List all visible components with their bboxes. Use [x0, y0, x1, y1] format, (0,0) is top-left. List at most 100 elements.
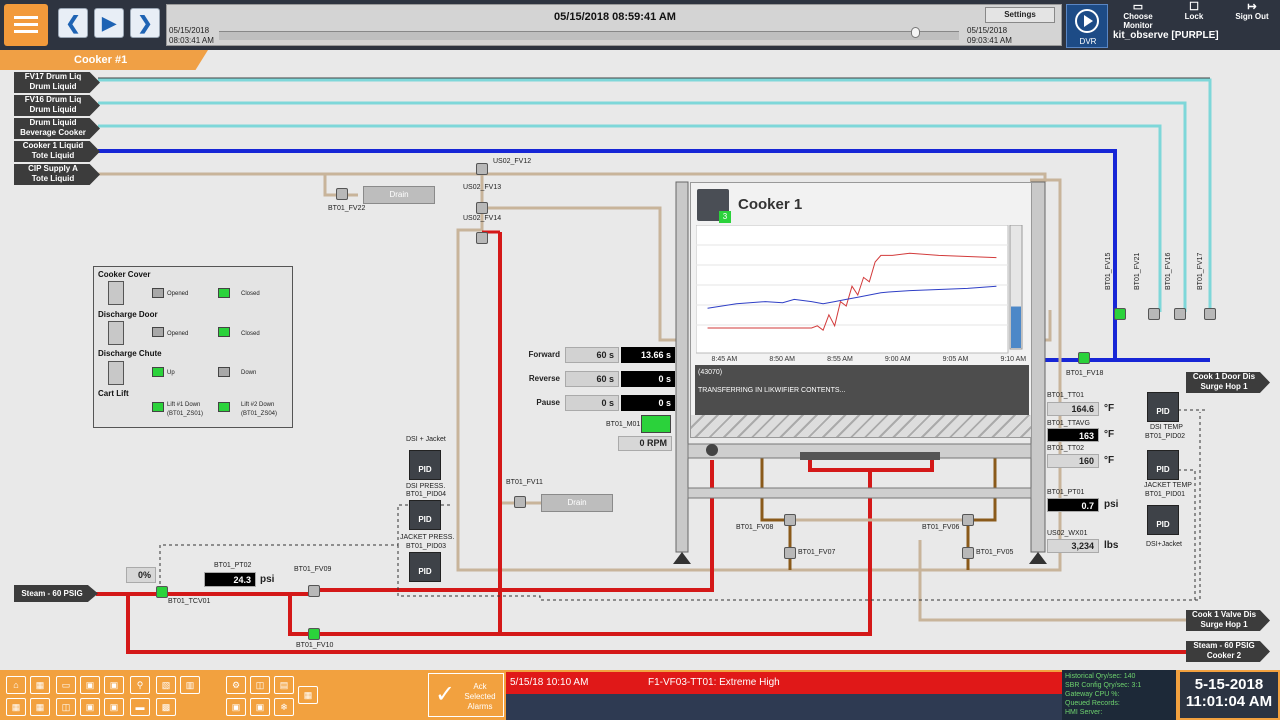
flag-cook1-valve-discharge[interactable]: Cook 1 Valve Dis Surge Hop 1	[1186, 610, 1270, 631]
legend-swatch-opened	[152, 288, 164, 298]
valve-bt01-fv06[interactable]	[962, 514, 974, 526]
valve-us02-fv12[interactable]	[476, 163, 488, 175]
bottle-icon[interactable]: ▧	[156, 676, 176, 694]
area-1b-icon[interactable]: ▣	[104, 676, 124, 694]
valve-bt01-fv09[interactable]	[308, 585, 320, 597]
plant-icon[interactable]: ▦	[6, 698, 26, 716]
area-1-icon[interactable]: ▣	[80, 676, 100, 694]
flag-cooker1-tote-liquid[interactable]: Cooker 1 Liquid Tote Liquid	[14, 141, 100, 162]
flag-beverage-cooker[interactable]: Drum Liquid Beverage Cooker	[14, 118, 100, 139]
tag-us02-fv13: US02_FV13	[463, 184, 502, 191]
valve-bt01-fv22[interactable]	[336, 188, 348, 200]
mixer-icon[interactable]: ⚲	[130, 676, 150, 694]
chute-icon	[108, 361, 124, 385]
cooker-popup[interactable]: 3 Cooker 1 8:45 AM 8:50 AM 8:55 AM 9:00 AM 9…	[690, 182, 1032, 438]
pid-dsi-jacket-icon[interactable]: PID	[409, 552, 441, 582]
hamburger-menu-icon[interactable]	[4, 4, 48, 46]
cooker-icon[interactable]: ▭	[56, 676, 76, 694]
pallet-icon[interactable]: ▩	[156, 698, 176, 716]
flag-line1: Cook 1 Door Dis	[1192, 372, 1256, 381]
active-alarm[interactable]: 5/15/18 10:10 AM F1-VF03-TT01: Extreme H…	[506, 672, 1062, 694]
tag-bt01-fv05: BT01_FV05	[976, 549, 1014, 556]
legend-label-lift2: Lift #2 Down	[241, 402, 275, 408]
pid-jacket-temp-icon[interactable]: PID	[1147, 450, 1179, 480]
snowflake-icon[interactable]: ❄	[274, 698, 294, 716]
valve-bt01-fv11[interactable]	[514, 496, 526, 508]
valve-bt01-fv18[interactable]	[1078, 352, 1090, 364]
choose-monitor-button[interactable]: ▭ Choose Monitor	[1114, 2, 1162, 31]
grid-icon[interactable]: ▦	[30, 698, 50, 716]
valve-bt01-fv21[interactable]	[1148, 308, 1160, 320]
trend-chart[interactable]: 8:45 AM 8:50 AM 8:55 AM 9:00 AM 9:05 AM 9:10 …	[696, 225, 1026, 365]
area-3-icon[interactable]: ▣	[226, 698, 246, 716]
alarm-list-area[interactable]	[506, 694, 1062, 720]
valve-bt01-fv16[interactable]	[1174, 308, 1186, 320]
valve-bt01-fv15[interactable]	[1114, 308, 1126, 320]
area-2b-icon[interactable]: ▣	[104, 698, 124, 716]
valve-us02-fv13[interactable]	[476, 202, 488, 214]
pid-dsi-temp-icon[interactable]: PID	[1147, 392, 1179, 422]
forward-setpoint[interactable]: 60 s	[565, 347, 619, 363]
tank-icon[interactable]: ◫	[56, 698, 76, 716]
valve-bt01-fv07[interactable]	[784, 547, 796, 559]
lock-button[interactable]: ☐ Lock	[1172, 2, 1216, 22]
dvr-button[interactable]: DVR	[1066, 4, 1108, 48]
ttavg-value: 163	[1047, 428, 1099, 442]
valve-bt01-fv10[interactable]	[308, 628, 320, 640]
filler-icon[interactable]: ▥	[180, 676, 200, 694]
pid-text: PID	[418, 515, 432, 524]
pid-dsi-press-icon[interactable]: PID	[409, 450, 441, 480]
valve-bt01-fv08[interactable]	[784, 514, 796, 526]
building-icon[interactable]: ▦	[30, 676, 50, 694]
flag-fv17-drum-liquid[interactable]: FV17 Drum Liq Drum Liquid	[14, 72, 100, 93]
system-status-panel: Historical Qry/sec: 140 SBR Config Qry/s…	[1062, 670, 1176, 720]
drain-box-lower[interactable]: Drain	[541, 494, 613, 512]
valve-bt01-tcv01[interactable]	[156, 586, 168, 598]
history-timeline[interactable]: 05/15/2018 08:59:41 AM 05/15/2018 08:03:…	[166, 4, 1062, 46]
area-2-icon[interactable]: ▣	[80, 698, 100, 716]
pid-jacket-press-icon[interactable]: PID	[409, 500, 441, 530]
step-forward-button[interactable]: ❯	[130, 8, 160, 38]
home-icon[interactable]: ⌂	[6, 676, 26, 694]
step-back-button[interactable]: ❮	[58, 8, 88, 38]
valve-us02-fv14[interactable]	[476, 232, 488, 244]
valve-bt01-fv05[interactable]	[962, 547, 974, 559]
pt01-value: 0.7	[1047, 498, 1099, 512]
motor-icon[interactable]	[641, 415, 671, 433]
timeline-track[interactable]	[219, 31, 959, 40]
flag-line2: Surge Hop 1	[1200, 620, 1248, 629]
pid-jacket-press-label: JACKET PRESS.	[400, 534, 455, 541]
x-tick-label: 9:05 AM	[943, 356, 969, 363]
tag-bt01-fv07: BT01_FV07	[798, 549, 836, 556]
legend-swatch-up	[152, 367, 164, 377]
settings-button[interactable]: Settings	[985, 7, 1055, 23]
flag-fv16-drum-liquid[interactable]: FV16 Drum Liq Drum Liquid	[14, 95, 100, 116]
conveyor-icon[interactable]: ▬	[130, 698, 150, 716]
pid-dsi-jacket-right-icon[interactable]: PID	[1147, 505, 1179, 535]
door-icon	[108, 321, 124, 345]
flag-steam-cooker2[interactable]: Steam - 60 PSIG Cooker 2	[1186, 641, 1270, 662]
valve-bt01-fv17[interactable]	[1204, 308, 1216, 320]
pause-setpoint[interactable]: 0 s	[565, 395, 619, 411]
ack-alarms-button[interactable]: ✓ Ack Selected Alarms	[428, 673, 504, 717]
sign-out-button[interactable]: ↦ Sign Out	[1226, 2, 1278, 22]
pid-dsi-temp-label: DSI TEMP	[1150, 424, 1183, 431]
clock-panel: 5-15-2018 11:01:04 AM	[1180, 672, 1278, 718]
folder-icon[interactable]: ▦	[298, 686, 318, 704]
legend-cooker-cover: Cooker Cover	[98, 270, 151, 279]
flag-cook1-door-discharge[interactable]: Cook 1 Door Dis Surge Hop 1	[1186, 372, 1270, 393]
pid-dsi-press-label: DSI PRESS.	[406, 483, 446, 490]
document-icon[interactable]: ▤	[274, 676, 294, 694]
gear-icon[interactable]: ⚙	[226, 676, 246, 694]
equipment-icon[interactable]: 3	[697, 189, 731, 223]
flag-cip-supply-a[interactable]: CIP Supply A Tote Liquid	[14, 164, 100, 185]
flag-steam-input[interactable]: Steam - 60 PSIG	[14, 585, 98, 602]
screen-title-tab[interactable]: Cooker #1	[0, 50, 208, 70]
drain-box-upper[interactable]: Drain	[363, 186, 435, 204]
cart-icon[interactable]: ◫	[250, 676, 270, 694]
reverse-setpoint[interactable]: 60 s	[565, 371, 619, 387]
area-3b-icon[interactable]: ▣	[250, 698, 270, 716]
timeline-slider-handle[interactable]	[910, 27, 920, 38]
end-date: 05/15/2018	[967, 26, 1008, 35]
play-button[interactable]: ▶	[94, 8, 124, 38]
